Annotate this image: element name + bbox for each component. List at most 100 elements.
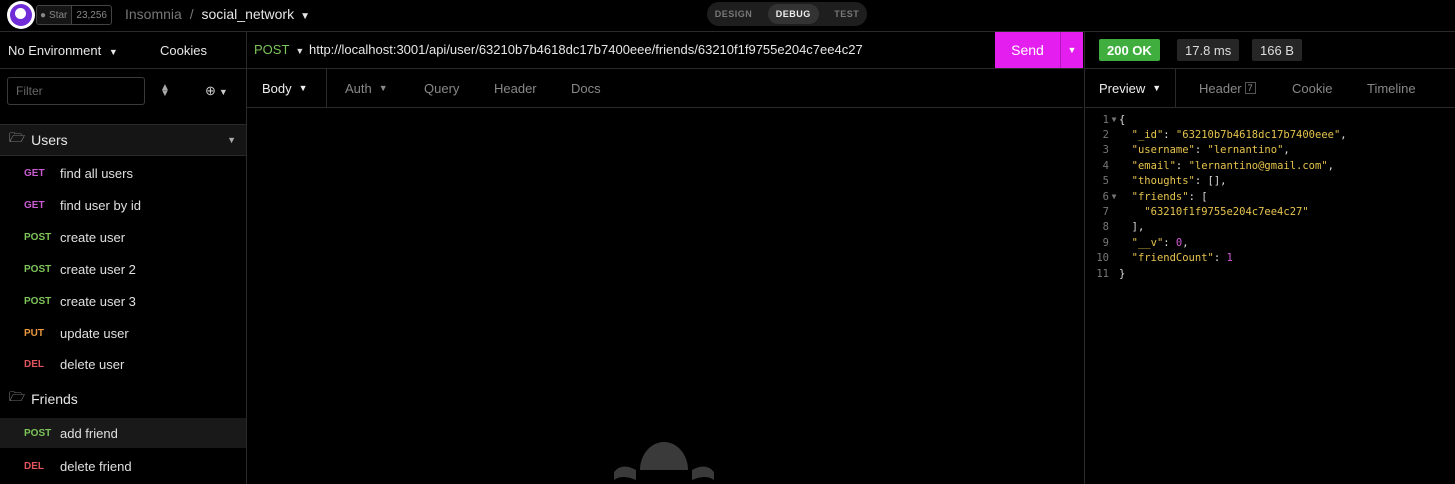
breadcrumb-project[interactable]: social_network	[201, 6, 294, 22]
request-label: add friend	[60, 425, 118, 441]
line-number: 9	[1102, 236, 1109, 249]
request-delete-user[interactable]: DEL delete user	[0, 349, 246, 379]
method-badge: POST	[24, 295, 52, 307]
request-create-user-2[interactable]: POST create user 2	[0, 254, 246, 284]
tab-response-header[interactable]: Header 7	[1199, 69, 1256, 107]
cookies-button[interactable]: Cookies	[160, 43, 207, 58]
request-add-friend[interactable]: POST add friend	[0, 418, 246, 448]
request-create-user-3[interactable]: POST create user 3	[0, 286, 246, 316]
request-delete-friend[interactable]: DEL delete friend	[0, 451, 246, 481]
filter-input[interactable]	[7, 77, 145, 105]
code-line: 1 ▼{	[1085, 112, 1126, 127]
folder-open-icon: 🗁	[9, 389, 26, 404]
code-text: "63210f1f9755e204c7ee4c27"	[1144, 206, 1309, 219]
method-selector[interactable]: POST ▼	[254, 42, 304, 57]
code-text: "email": "lernantino@gmail.com",	[1131, 159, 1334, 172]
line-number: 4	[1102, 159, 1109, 172]
tab-label: Preview	[1099, 80, 1146, 96]
github-star-button[interactable]: ● Star 23,256	[36, 5, 112, 25]
chevron-down-icon: ▼	[108, 47, 118, 57]
sort-icon[interactable]: ▲ ▼	[160, 83, 170, 99]
environment-row: No Environment ▼ Cookies	[0, 32, 246, 69]
code-line: 10 "friendCount": 1	[1085, 251, 1233, 266]
send-options-chevron-icon[interactable]: ▼	[1060, 32, 1083, 68]
github-icon: ●	[40, 9, 47, 21]
response-time: 17.8 ms	[1177, 39, 1240, 61]
status-badge: 200 OK	[1099, 39, 1160, 61]
response-tabs: Preview ▼ Header 7 Cookie Timeline	[1084, 69, 1455, 108]
response-size: 166 B	[1252, 39, 1302, 61]
request-create-user[interactable]: POST create user	[0, 222, 246, 252]
request-update-user[interactable]: PUT update user	[0, 318, 246, 348]
line-number: 3	[1102, 144, 1109, 157]
top-bar: ● Star 23,256 Insomnia / social_network ▼ …	[0, 0, 1455, 32]
request-find-all-users[interactable]: GET find all users	[0, 158, 246, 188]
method-badge: POST	[24, 231, 52, 243]
tab-label: Header	[1199, 80, 1242, 96]
request-label: update user	[60, 325, 129, 341]
code-text: "friendCount": 1	[1131, 252, 1233, 265]
line-number: 10	[1096, 252, 1109, 265]
chevron-down-icon: ▼	[378, 83, 388, 93]
response-body-viewer[interactable]: 1 ▼{2 "_id": "63210b7b4618dc17b7400eee", 3…	[1084, 108, 1455, 484]
folder-open-icon: 🗁	[9, 130, 26, 145]
url-bar: POST ▼ http://localhost:3001/api/user/632…	[247, 32, 1083, 69]
method-label: POST	[254, 42, 290, 57]
code-text: {	[1119, 113, 1126, 126]
empty-state-hat-icon	[614, 442, 714, 480]
tab-header[interactable]: Header	[494, 69, 537, 107]
chevron-down-icon: ▼	[1152, 83, 1162, 93]
tab-cookie[interactable]: Cookie	[1292, 69, 1332, 107]
method-badge: PUT	[24, 327, 44, 339]
code-text: }	[1119, 267, 1126, 280]
mode-test[interactable]: TEST	[834, 9, 859, 19]
tab-docs[interactable]: Docs	[571, 69, 601, 107]
line-number: 8	[1102, 221, 1109, 234]
code-text: ],	[1119, 221, 1145, 234]
code-line: 7 "63210f1f9755e204c7ee4c27"	[1085, 204, 1309, 219]
tab-body[interactable]: Body ▼	[247, 69, 327, 107]
response-header: 200 OK 17.8 ms 166 B	[1084, 32, 1455, 69]
request-find-user-by-id[interactable]: GET find user by id	[0, 190, 246, 220]
method-badge: DEL	[24, 460, 44, 472]
line-number: 11	[1096, 267, 1109, 280]
chevron-down-icon: ▼	[298, 83, 308, 93]
line-number: 5	[1102, 175, 1109, 188]
insomnia-logo-icon[interactable]	[7, 1, 35, 29]
chevron-down-icon: ▼	[295, 46, 305, 56]
code-text: "username": "lernantino",	[1131, 144, 1290, 157]
tab-label: Auth	[345, 80, 372, 96]
tab-query[interactable]: Query	[424, 69, 459, 107]
folder-users[interactable]: 🗁 Users ▼	[0, 124, 246, 156]
mode-debug[interactable]: DEBUG	[767, 4, 819, 24]
code-text: "thoughts": [],	[1131, 175, 1227, 188]
add-request-icon[interactable]: ⊕ ▼	[205, 83, 228, 99]
url-input[interactable]: http://localhost:3001/api/user/63210b7b4…	[309, 42, 863, 57]
star-label: Star	[49, 9, 68, 21]
header-count-badge: 7	[1244, 82, 1256, 94]
mode-design[interactable]: DESIGN	[715, 9, 753, 19]
request-tabs: Body ▼ Auth ▼ Query Header Docs	[247, 69, 1083, 108]
breadcrumb-workspace[interactable]: Insomnia	[125, 6, 182, 22]
folder-label: Friends	[31, 391, 78, 407]
tab-preview[interactable]: Preview ▼	[1099, 69, 1177, 107]
method-badge: GET	[24, 167, 45, 179]
send-button[interactable]: Send	[995, 32, 1060, 68]
environment-selector[interactable]: No Environment ▼	[8, 43, 118, 58]
tab-auth[interactable]: Auth ▼	[345, 69, 388, 107]
fold-toggle-icon[interactable]: ▼	[1109, 192, 1119, 201]
request-label: create user 3	[60, 293, 136, 309]
sidebar: No Environment ▼ Cookies ▲▼ ⊕▼ 🗁 Users ▼…	[0, 32, 247, 484]
folder-friends[interactable]: 🗁 Friends	[0, 384, 246, 414]
request-label: delete friend	[60, 458, 132, 474]
breadcrumb: Insomnia / social_network ▼	[125, 6, 310, 22]
mode-switcher: DESIGN DEBUG TEST	[707, 2, 867, 26]
chevron-down-icon[interactable]: ▼	[300, 11, 310, 22]
fold-toggle-icon[interactable]: ▼	[1109, 115, 1119, 124]
code-line: 4 "email": "lernantino@gmail.com",	[1085, 158, 1334, 173]
chevron-down-icon[interactable]: ▼	[227, 135, 236, 145]
line-number: 2	[1102, 129, 1109, 142]
request-label: find user by id	[60, 197, 141, 213]
code-line: 8 ],	[1085, 220, 1145, 235]
tab-timeline[interactable]: Timeline	[1367, 69, 1416, 107]
